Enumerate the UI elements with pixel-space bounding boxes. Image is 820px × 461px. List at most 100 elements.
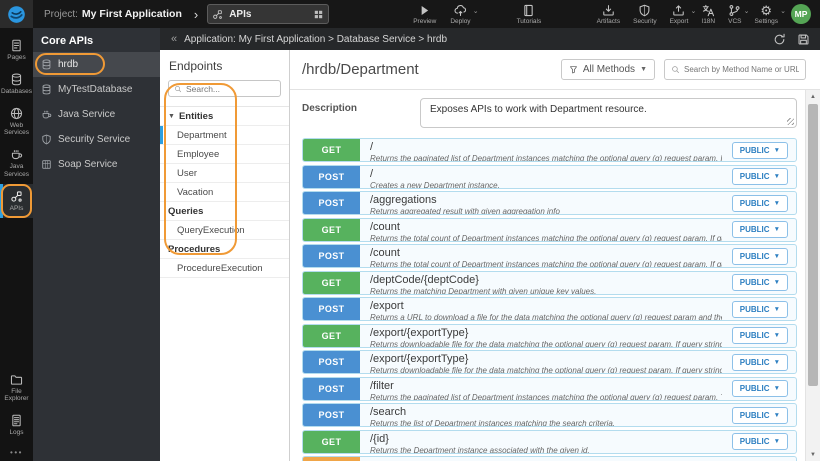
access-dropdown[interactable]: PUBLIC ▼ [731, 274, 788, 291]
access-dropdown[interactable]: PUBLIC ▼ [731, 380, 788, 397]
chevron-down-icon: ▼ [640, 66, 647, 73]
access-dropdown[interactable]: PUBLIC ▼ [731, 247, 788, 265]
rail-item-web-services[interactable]: Web Services [0, 101, 33, 143]
apps-grid-icon[interactable] [313, 9, 324, 20]
api-path: / [370, 167, 374, 180]
api-row[interactable] [302, 456, 797, 461]
api-row[interactable]: POST /aggregations Returns aggregated re… [302, 191, 797, 215]
access-dropdown[interactable]: PUBLIC ▼ [731, 194, 788, 212]
api-row[interactable]: POST /export/{exportType} Returns downlo… [302, 350, 797, 374]
core-api-item-mytestdatabase[interactable]: MyTestDatabase [33, 77, 160, 102]
logdoc-icon [10, 414, 23, 427]
main-header: /hrdb/Department All Methods ▼ [290, 50, 820, 90]
access-dropdown[interactable]: PUBLIC ▼ [731, 353, 788, 371]
tree-node-queryexecution[interactable]: QueryExecution [160, 221, 289, 240]
i18n-icon [702, 4, 715, 17]
scrollbar-thumb[interactable] [808, 104, 818, 386]
file-icon [10, 39, 23, 52]
api-description: Returns a URL to download a file for the… [370, 313, 722, 321]
access-dropdown[interactable]: PUBLIC ▼ [731, 141, 788, 159]
access-dropdown[interactable]: PUBLIC ▼ [731, 300, 788, 318]
settings-button[interactable]: ⚙ ⌄ Settings [755, 4, 787, 25]
endpoints-search[interactable] [168, 80, 281, 97]
resource-selector[interactable]: APIs [207, 4, 330, 24]
core-api-item-security-service[interactable]: Security Service [33, 127, 160, 152]
rail-item-pages[interactable]: Pages [0, 33, 33, 67]
tree-node-entities[interactable]: ▼ Entities [160, 107, 289, 126]
rail-overflow-dots[interactable]: ••• [0, 442, 33, 461]
deploy-button[interactable]: ⌄ Deploy [450, 4, 479, 25]
tutorials-button[interactable]: Tutorials [516, 4, 542, 25]
refresh-icon[interactable] [773, 33, 786, 46]
tree-node-department[interactable]: Department [160, 126, 289, 145]
method-badge: POST [303, 245, 360, 267]
book-icon [522, 4, 535, 17]
user-avatar[interactable]: MP [791, 4, 811, 24]
api-row[interactable]: POST / Creates a new Department instance… [302, 164, 797, 189]
artifacts-button[interactable]: Artifacts [597, 4, 620, 25]
rail-item-file-explorer[interactable]: File Explorer [0, 367, 33, 409]
tutorials-label: Tutorials [516, 17, 542, 25]
preview-button[interactable]: Preview [413, 4, 436, 25]
endpoints-search-input[interactable] [186, 83, 275, 94]
apis-icon [212, 9, 223, 20]
access-dropdown[interactable]: PUBLIC ▼ [731, 327, 788, 344]
access-dropdown[interactable]: PUBLIC ▼ [731, 168, 788, 185]
api-row[interactable]: POST /filter Returns the paginated list … [302, 376, 797, 401]
security-button[interactable]: Security [633, 4, 657, 25]
api-row[interactable]: POST /count Returns the total count of D… [302, 244, 797, 268]
rail-item-java-services[interactable]: Java Services [0, 142, 33, 184]
tree-node-queries[interactable]: Queries [160, 202, 289, 221]
api-row[interactable]: GET /deptCode/{deptCode} Returns the mat… [302, 270, 797, 295]
api-row[interactable]: GET / Returns the paginated list of Depa… [302, 138, 797, 162]
tree-node-procedures[interactable]: Procedures [160, 240, 289, 259]
access-dropdown[interactable]: PUBLIC ▼ [731, 433, 788, 450]
vcs-button[interactable]: ⌄ VCS [728, 4, 750, 25]
api-row[interactable]: GET /export/{exportType} Returns downloa… [302, 323, 797, 348]
apis-icon [10, 190, 23, 203]
rail-item-label: Databases [0, 87, 33, 95]
method-badge: GET [303, 324, 360, 347]
api-row[interactable]: POST /search Returns the list of Departm… [302, 403, 797, 427]
app-logo[interactable] [0, 0, 33, 28]
api-info: /export/{exportType} Returns downloadabl… [360, 351, 732, 373]
method-badge: POST [303, 165, 360, 188]
collapse-panel-icon[interactable]: « [164, 33, 184, 45]
db-icon [41, 84, 52, 95]
tree-node-user[interactable]: User [160, 164, 289, 183]
api-row[interactable]: POST /export Returns a URL to download a… [302, 297, 797, 321]
scroll-down-arrow[interactable]: ▼ [806, 448, 820, 461]
caret-down-icon: ▼ [773, 332, 780, 339]
tree-node-vacation[interactable]: Vacation [160, 183, 289, 202]
wavemaker-logo-icon [8, 5, 25, 23]
save-icon[interactable] [797, 33, 810, 46]
api-info: /export/{exportType} Returns downloadabl… [360, 325, 732, 347]
rail-item-logs[interactable]: Logs [0, 408, 33, 442]
export-label: Export [669, 17, 689, 25]
rail-item-databases[interactable]: Databases [0, 67, 33, 101]
api-row[interactable]: GET /count Returns the total count of De… [302, 217, 797, 242]
i18n-label: I18N [701, 17, 716, 25]
core-api-item-java-service[interactable]: Java Service [33, 102, 160, 127]
shield-icon [638, 4, 651, 17]
method-search-input[interactable] [684, 65, 799, 74]
caret-down-icon: ▼ [773, 411, 780, 419]
i18n-button[interactable]: I18N [701, 4, 715, 25]
core-api-item-soap-service[interactable]: Soap Service [33, 152, 160, 177]
tree-node-employee[interactable]: Employee [160, 145, 289, 164]
api-row[interactable]: GET /{id} Returns the Department instanc… [302, 429, 797, 454]
description-textarea[interactable]: Exposes APIs to work with Department res… [420, 98, 797, 128]
scroll-up-arrow[interactable]: ▲ [806, 90, 820, 103]
rail-item-label: APIs [9, 204, 24, 212]
vertical-scrollbar[interactable]: ▲ ▼ [805, 90, 820, 461]
core-api-item-hrdb[interactable]: hrdb [33, 52, 160, 77]
rail-item-apis[interactable]: APIs [0, 183, 33, 218]
methods-filter-dropdown[interactable]: All Methods ▼ [560, 59, 655, 80]
expand-arrow-icon: ▼ [168, 112, 175, 120]
shield-icon [41, 134, 52, 145]
access-dropdown[interactable]: PUBLIC ▼ [731, 221, 788, 238]
method-search[interactable] [664, 59, 806, 80]
export-button[interactable]: ⌄ Export [669, 4, 696, 25]
access-dropdown[interactable]: PUBLIC ▼ [731, 406, 788, 424]
tree-node-procedureexecution[interactable]: ProcedureExecution [160, 259, 289, 278]
